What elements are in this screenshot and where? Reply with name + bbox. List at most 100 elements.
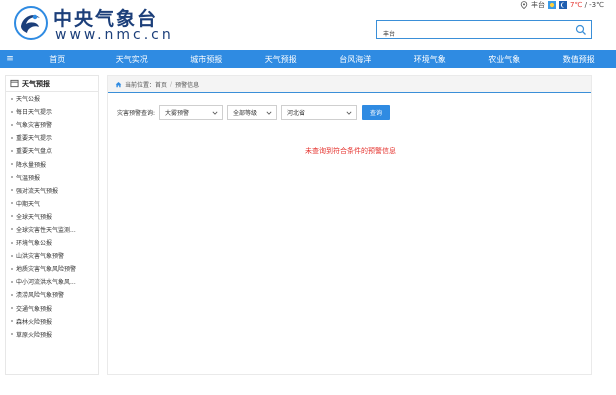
sidebar-item-label: 地质灾害气象风险预警 [16,266,77,274]
filter-label: 灾害预警查询: [117,110,156,117]
province-value: 河北省 [287,110,306,117]
bullet-icon [11,176,13,179]
sidebar-item[interactable]: 森林火险预报 [6,315,98,328]
alert-type-value: 大雾预警 [165,110,190,117]
sidebar-item-label: 降水量预报 [16,161,47,169]
sidebar-title: 天气预报 [22,79,50,88]
sidebar-item-label: 交通气象预报 [16,305,53,313]
bullet-icon [11,267,13,270]
location-pin-icon [520,1,528,9]
bullet-icon [11,149,13,152]
alert-level-value: 全部等级 [233,110,258,117]
sidebar-item[interactable]: 渍涝风险气象预警 [6,288,98,301]
sidebar-item[interactable]: 强对流天气预报 [6,184,98,197]
province-select[interactable]: 河北省 [281,105,358,120]
sidebar: 天气预报 天气公报 每日天气提示 气象灾害预警 重要天气提示 重要天气盘点 降水… [5,75,99,375]
bullet-icon [11,163,13,166]
breadcrumb: 当前位置： 首页 / 预警信息 [108,76,591,93]
empty-result-message: 未查询到符合条件的预警信息 [305,147,396,155]
nav-item-observations[interactable]: 天气实况 [95,54,170,65]
site-header: 中央气象台 www.nmc.cn 丰台 7℃ / -3℃ [0,0,616,47]
alert-level-select[interactable]: 全部等级 [227,105,278,120]
sidebar-item[interactable]: 中期天气 [6,197,98,210]
sidebar-item-label: 森林火险预报 [16,318,53,326]
sidebar-item[interactable]: 全球灾害性天气监测... [6,223,98,236]
sidebar-item[interactable]: 地质灾害气象风险预警 [6,262,98,275]
sidebar-item-label: 重要天气提示 [16,135,53,143]
bullet-icon [11,307,13,310]
search-input[interactable] [377,25,567,42]
sidebar-item-label: 渍涝风险气象预警 [16,292,65,300]
sidebar-item[interactable]: 重要天气盘点 [6,144,98,157]
weather-city[interactable]: 丰台 [531,0,545,10]
chevron-down-icon [212,111,218,115]
nav-item-city-forecast[interactable]: 城市预报 [169,54,244,65]
sidebar-item[interactable]: 气温预报 [6,171,98,184]
sidebar-item-label: 天气公报 [16,96,41,104]
bullet-icon [11,241,13,244]
sidebar-list: 天气公报 每日天气提示 气象灾害预警 重要天气提示 重要天气盘点 降水量预报 气… [6,92,98,341]
breadcrumb-home[interactable]: 首页 [155,80,167,89]
sidebar-header: 天气预报 [6,76,98,92]
nav-item-agriculture[interactable]: 农业气象 [467,54,542,65]
sidebar-item[interactable]: 重要天气提示 [6,131,98,144]
sidebar-item[interactable]: 全球天气预报 [6,210,98,223]
bullet-icon [11,123,13,126]
bullet-icon [11,320,13,323]
bullet-icon [11,333,13,336]
site-url: www.nmc.cn [55,27,174,43]
sidebar-item-label: 山洪灾害气象预警 [16,253,65,261]
document-icon [10,79,19,88]
sidebar-item[interactable]: 每日天气提示 [6,105,98,118]
sidebar-item[interactable]: 交通气象预报 [6,302,98,315]
sidebar-item[interactable]: 气象灾害预警 [6,118,98,131]
sidebar-item-label: 中期天气 [16,200,41,208]
bullet-icon [11,280,13,283]
breadcrumb-separator: / [170,80,173,88]
sidebar-item-label: 每日天气提示 [16,109,53,117]
cma-logo-icon[interactable] [14,6,48,40]
bullet-icon [11,254,13,257]
bullet-icon [11,189,13,192]
breadcrumb-prefix: 当前位置： [125,81,156,89]
query-button[interactable]: 查询 [362,105,391,120]
breadcrumb-current: 预警信息 [175,81,200,89]
current-weather: 丰台 7℃ / -3℃ [520,0,604,10]
temp-low: -3℃ [589,1,604,9]
sidebar-item[interactable]: 天气公报 [6,92,98,105]
nav-item-numerical[interactable]: 数值预报 [542,54,616,65]
alert-filter: 灾害预警查询: 大雾预警 全部等级 河北省 查询 [117,105,391,120]
moon-icon [559,1,568,9]
bullet-icon [11,97,13,100]
sidebar-item-label: 草原火险预报 [16,331,53,339]
bullet-icon [11,202,13,205]
search-icon[interactable] [575,24,587,36]
bullet-icon [11,110,13,113]
temp-high: 7℃ [570,1,583,9]
sidebar-item-label: 气象灾害预警 [16,122,53,130]
chevron-down-icon [266,111,272,115]
sidebar-item-label: 气温预报 [16,174,41,182]
sunny-icon [548,1,557,9]
sidebar-item-label: 全球天气预报 [16,213,53,221]
menu-icon[interactable]: ≡ [0,54,20,64]
bullet-icon [11,293,13,296]
nav-item-home[interactable]: 首页 [20,54,95,65]
search-box [376,20,592,42]
nav-item-typhoon-marine[interactable]: 台风海洋 [318,54,393,65]
nav-item-weather-forecast[interactable]: 天气预报 [244,54,319,65]
sidebar-item[interactable]: 山洪灾害气象预警 [6,249,98,262]
sidebar-item[interactable]: 中小河流洪水气象风... [6,275,98,288]
bullet-icon [11,215,13,218]
main-content: 当前位置： 首页 / 预警信息 灾害预警查询: 大雾预警 全部等级 河北省 查询… [107,75,592,375]
sidebar-item[interactable]: 环境气象公报 [6,236,98,249]
sidebar-item[interactable]: 降水量预报 [6,157,98,170]
main-nav: ≡ 首页 天气实况 城市预报 天气预报 台风海洋 环境气象 农业气象 数值预报 [0,50,616,68]
nav-item-environment[interactable]: 环境气象 [393,54,468,65]
sidebar-item[interactable]: 草原火险预报 [6,328,98,341]
alert-type-select[interactable]: 大雾预警 [159,105,224,120]
sidebar-item-label: 强对流天气预报 [16,187,59,195]
bullet-icon [11,228,13,231]
sidebar-item-label: 中小河流洪水气象风... [16,279,76,287]
sidebar-item-label: 环境气象公报 [16,240,53,248]
